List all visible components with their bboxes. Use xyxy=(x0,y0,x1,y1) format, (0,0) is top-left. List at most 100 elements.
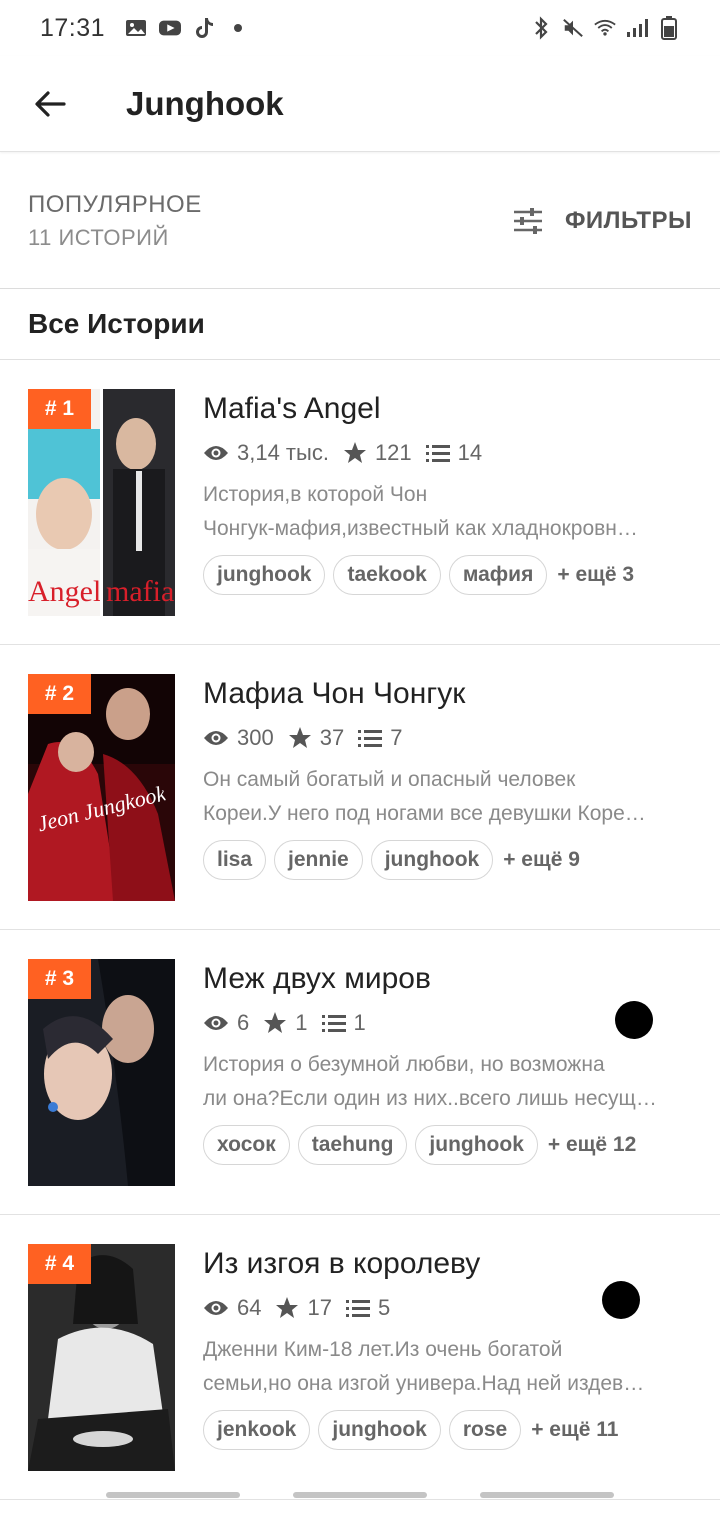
more-notifications-dot-icon xyxy=(227,18,249,38)
section-header: Все Истории xyxy=(0,290,720,360)
votes-stat: 1 xyxy=(263,1010,308,1036)
story-list: Angel mafia # 1 Mafia's Angel 3,14 тыс. … xyxy=(0,360,720,1500)
story-item[interactable]: Jeon Jungkook # 2 Мафиа Чон Чонгук 300 3… xyxy=(0,645,720,1039)
tag-chip[interactable]: junghook xyxy=(415,1125,538,1165)
nav-home[interactable] xyxy=(293,1492,427,1498)
story-cover[interactable]: # 3 xyxy=(28,959,175,1186)
battery-icon xyxy=(658,16,680,40)
sort-label[interactable]: ПОПУЛЯРНОЕ xyxy=(28,191,202,219)
parts-count: 7 xyxy=(390,725,403,750)
story-title[interactable]: Мафиа Чон Чонгук xyxy=(203,677,465,711)
description-line: Он самый богатый и опасный человек xyxy=(203,768,576,791)
tag-chip[interactable]: мафия xyxy=(448,555,548,595)
back-button[interactable] xyxy=(20,74,80,134)
description-line: ли она?Если один из них..всего лишь несу… xyxy=(203,1087,657,1110)
tag-chip[interactable]: хосок xyxy=(203,1125,290,1165)
votes-stat: 121 xyxy=(343,440,412,466)
filters-button[interactable]: ФИЛЬТРЫ xyxy=(513,199,692,243)
gallery-icon xyxy=(125,18,147,38)
system-navigation-bar xyxy=(0,1470,720,1520)
tag-chip[interactable]: taekook xyxy=(333,555,441,595)
parts-count: 5 xyxy=(377,1295,391,1320)
views-stat: 300 xyxy=(203,725,274,751)
tiktok-icon xyxy=(193,18,215,38)
eye-icon xyxy=(204,446,228,460)
tag-list: lisa jennie junghook + ещё 9 xyxy=(203,840,580,880)
cover-text-right: mafia xyxy=(106,575,175,608)
description-line: Дженни Ким-18 лет.Из очень богатой xyxy=(203,1338,563,1361)
more-tags-link[interactable]: + ещё 9 xyxy=(503,848,580,872)
description-line: История,в которой Чон xyxy=(203,483,428,506)
system-icons xyxy=(530,16,680,40)
parts-count: 1 xyxy=(353,1010,366,1035)
story-item[interactable]: # 4 Из изгоя в королеву 64 17 5 Дженни К… xyxy=(0,1215,720,1500)
tag-chip[interactable]: junghook xyxy=(203,555,326,595)
tag-chip[interactable]: junghook xyxy=(318,1410,441,1450)
more-tags-link[interactable]: + ещё 12 xyxy=(548,1133,636,1157)
votes-count: 121 xyxy=(374,440,412,465)
cover-text-left: Angel xyxy=(28,575,100,608)
story-description: Дженни Ким-18 лет.Из очень богатой семьи… xyxy=(203,1333,695,1401)
votes-stat: 17 xyxy=(275,1295,332,1321)
story-title[interactable]: Из изгоя в королеву xyxy=(203,1247,480,1281)
star-icon xyxy=(264,1012,287,1033)
list-icon xyxy=(425,445,450,462)
tag-list: jenkook junghook rose + ещё 11 xyxy=(203,1410,618,1450)
story-item[interactable]: Angel mafia # 1 Mafia's Angel 3,14 тыс. … xyxy=(0,360,720,645)
story-stats: 3,14 тыс. 121 14 xyxy=(203,440,496,466)
votes-count: 37 xyxy=(319,725,345,750)
story-cover[interactable]: Angel mafia # 1 xyxy=(28,389,175,616)
star-icon xyxy=(288,727,311,748)
tag-chip[interactable]: lisa xyxy=(203,840,267,880)
eye-icon xyxy=(204,731,228,745)
story-count: 11 ИСТОРИЙ xyxy=(28,225,169,250)
filters-label: ФИЛЬТРЫ xyxy=(564,207,692,234)
views-count: 3,14 тыс. xyxy=(237,440,329,465)
tag-chip[interactable]: jennie xyxy=(274,840,363,880)
signal-icon xyxy=(626,18,648,38)
views-stat: 6 xyxy=(203,1010,249,1036)
parts-stat: 7 xyxy=(358,725,402,751)
parts-stat: 5 xyxy=(345,1295,391,1321)
nav-recent-apps[interactable] xyxy=(106,1492,240,1498)
nav-back[interactable] xyxy=(480,1492,614,1498)
story-title[interactable]: Mafia's Angel xyxy=(203,392,381,426)
story-description: История о безумной любви, но возможна ли… xyxy=(203,1048,695,1116)
story-stats: 64 17 5 xyxy=(203,1295,404,1321)
tag-chip[interactable]: junghook xyxy=(370,840,494,880)
rank-badge: # 2 xyxy=(28,674,91,714)
section-title: Все Истории xyxy=(28,308,205,339)
mute-icon xyxy=(562,18,584,38)
youtube-icon xyxy=(159,18,182,38)
status-time: 17:31 xyxy=(40,13,106,42)
more-tags-link[interactable]: + ещё 11 xyxy=(531,1418,618,1442)
wifi-icon xyxy=(594,18,616,38)
story-item[interactable]: # 3 Меж двух миров 6 1 1 История о безум… xyxy=(0,930,720,1215)
app-bar: Junghook xyxy=(0,56,720,152)
story-title[interactable]: Меж двух миров xyxy=(203,962,431,996)
eye-icon xyxy=(204,1301,228,1315)
story-description: Он самый богатый и опасный человек Кореи… xyxy=(203,763,695,831)
list-icon xyxy=(345,1300,370,1317)
tag-chip[interactable]: jenkook xyxy=(203,1410,311,1450)
parts-stat: 14 xyxy=(425,440,483,466)
star-icon xyxy=(343,442,366,463)
back-arrow-icon xyxy=(35,90,66,117)
eye-icon xyxy=(204,1016,228,1030)
filter-sliders-icon xyxy=(513,208,542,234)
story-cover[interactable]: Jeon Jungkook # 2 xyxy=(28,674,175,901)
more-tags-link[interactable]: + ещё 3 xyxy=(557,563,634,587)
tag-chip[interactable]: rose xyxy=(448,1410,522,1450)
list-icon xyxy=(358,730,383,747)
list-icon xyxy=(321,1015,346,1032)
story-cover[interactable]: # 4 xyxy=(28,1244,175,1471)
views-count: 6 xyxy=(237,1010,250,1035)
votes-count: 17 xyxy=(307,1295,332,1320)
tag-chip[interactable]: taehung xyxy=(297,1125,408,1165)
parts-count: 14 xyxy=(457,440,483,465)
touch-indicator xyxy=(602,1281,640,1319)
rank-badge: # 4 xyxy=(28,1244,91,1284)
rank-badge: # 3 xyxy=(28,959,91,999)
views-stat: 64 xyxy=(203,1295,261,1321)
votes-stat: 37 xyxy=(288,725,344,751)
